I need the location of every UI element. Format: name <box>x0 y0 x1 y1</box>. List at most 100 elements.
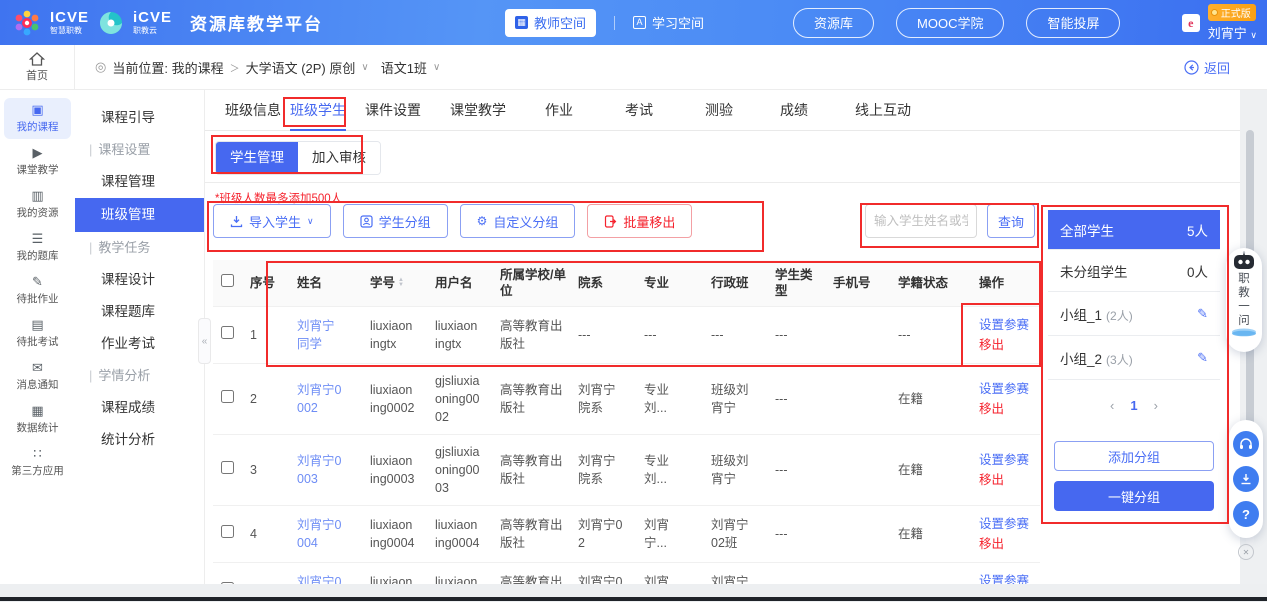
subnav-item-homework-exam[interactable]: 作业考试 <box>75 328 204 360</box>
cell-status: 在籍 <box>886 505 967 562</box>
tab-class-info[interactable]: 班级信息 <box>225 90 281 131</box>
learning-space-button[interactable]: A 学习空间 <box>633 13 704 32</box>
user-menu[interactable]: 刘宵宁 ∨ <box>1208 23 1257 42</box>
search-input[interactable] <box>865 204 977 238</box>
group-count: 0人 <box>1187 261 1208 281</box>
subnav-item-statistics-analysis[interactable]: 统计分析 <box>75 424 204 456</box>
close-float-button[interactable]: ✕ <box>1238 544 1254 560</box>
teacher-space-button[interactable]: ▦ 教师空间 <box>505 9 596 37</box>
tab-quiz[interactable]: 测验 <box>705 90 733 131</box>
student-group-button[interactable]: 学生分组 <box>343 204 448 238</box>
question-mark-icon: ? <box>1242 507 1250 522</box>
subtab-student-management[interactable]: 学生管理 <box>216 142 298 174</box>
remove-link[interactable]: 移出 <box>979 470 1032 490</box>
tab-class-students[interactable]: 班级学生 <box>290 90 346 131</box>
subtab-join-review[interactable]: 加入审核 <box>298 142 380 174</box>
row-checkbox[interactable] <box>221 390 234 403</box>
set-contest-link[interactable]: 设置参赛 <box>979 450 1032 470</box>
customer-service-button[interactable] <box>1233 431 1259 457</box>
sort-icon[interactable]: ▲▼ <box>398 278 404 288</box>
edit-group-icon[interactable]: ✎ <box>1197 350 1208 366</box>
medal-icon <box>1211 9 1218 16</box>
assistant-widget[interactable]: 职 教 一 问 <box>1226 248 1262 352</box>
breadcrumb-course-dropdown[interactable]: 大学语文 (2P) 原创 <box>246 58 356 77</box>
student-name-link[interactable]: 刘宵宁0005 <box>285 562 358 584</box>
batch-remove-button[interactable]: 批量移出 <box>587 204 692 238</box>
cell-school: 高等教育出版社 <box>488 505 566 562</box>
tab-exam[interactable]: 考试 <box>625 90 653 131</box>
row-checkbox[interactable] <box>221 461 234 474</box>
smart-cast-button[interactable]: 智能投屏 <box>1026 8 1120 38</box>
resources-icon: ▥ <box>31 189 43 203</box>
home-icon <box>29 52 45 66</box>
sidebar-item-my-courses[interactable]: ▣ 我的课程 <box>4 98 71 139</box>
help-button[interactable]: ? <box>1233 501 1259 527</box>
group-ungrouped-students[interactable]: 未分组学生 0人 <box>1048 250 1220 292</box>
next-page-icon[interactable]: › <box>1154 398 1158 413</box>
set-contest-link[interactable]: 设置参赛 <box>979 571 1032 585</box>
table-row: 1 刘宵宁同学 liuxiaoningtx liuxiaoningtx 高等教育… <box>213 306 1040 363</box>
remove-link[interactable]: 移出 <box>979 399 1032 419</box>
back-button[interactable]: 返回 <box>1184 45 1230 90</box>
resource-library-button[interactable]: 资源库 <box>793 8 874 38</box>
tab-classroom-teaching[interactable]: 课堂教学 <box>450 90 506 131</box>
sidebar-item-pending-exams[interactable]: ▤ 待批考试 <box>4 313 71 354</box>
group-item-1[interactable]: 小组_1(2人) ✎ <box>1048 292 1220 336</box>
group-all-students[interactable]: 全部学生 5人 <box>1048 210 1220 250</box>
set-contest-link[interactable]: 设置参赛 <box>979 514 1032 534</box>
breadcrumb-class-dropdown[interactable]: 语文1班 <box>381 58 427 77</box>
student-name-link[interactable]: 刘宵宁0004 <box>285 505 358 562</box>
sidebar-item-home[interactable]: 首页 <box>0 45 75 90</box>
sidebar-item-third-party-apps[interactable]: ∷ 第三方应用 <box>4 442 71 483</box>
tab-grades[interactable]: 成绩 <box>780 90 808 131</box>
import-students-button[interactable]: 导入学生 ∨ <box>213 204 331 238</box>
col-phone: 手机号 <box>821 260 886 306</box>
subnav-item-course-grades[interactable]: 课程成绩 <box>75 392 204 424</box>
sidebar-item-my-resources[interactable]: ▥ 我的资源 <box>4 184 71 225</box>
select-all-checkbox[interactable] <box>221 274 234 287</box>
subnav-item-class-management[interactable]: 班级管理 <box>75 198 204 232</box>
mooc-academy-button[interactable]: MOOC学院 <box>896 8 1004 38</box>
subnav-item-course-design[interactable]: 课程设计 <box>75 264 204 296</box>
sidebar-collapse-handle[interactable]: « <box>198 318 211 364</box>
sidebar-item-my-question-bank[interactable]: ☰ 我的题库 <box>4 227 71 268</box>
remove-link[interactable]: 移出 <box>979 534 1032 554</box>
tab-courseware-settings[interactable]: 课件设置 <box>365 90 421 131</box>
col-actions: 操作 <box>967 260 1040 306</box>
cell-username: liuxiaoning0005 <box>423 562 488 584</box>
subnav-item-course-management[interactable]: 课程管理 <box>75 166 204 198</box>
sidebar-item-classroom-teaching[interactable]: ▶ 课堂教学 <box>4 141 71 182</box>
subnav-item-course-guide[interactable]: 课程引导 <box>75 102 204 134</box>
edit-group-icon[interactable]: ✎ <box>1197 306 1208 322</box>
table-row: 4 刘宵宁0004 liuxiaoning0004 liuxiaoning000… <box>213 505 1040 562</box>
student-name-link[interactable]: 刘宵宁同学 <box>285 306 358 363</box>
download-button[interactable] <box>1233 466 1259 492</box>
chevron-down-icon: ∨ <box>433 62 440 73</box>
remove-link[interactable]: 移出 <box>979 335 1032 355</box>
tab-online-interaction[interactable]: 线上互动 <box>855 90 911 131</box>
student-name-link[interactable]: 刘宵宁0003 <box>285 434 358 505</box>
current-page[interactable]: 1 <box>1130 398 1137 413</box>
cell-major: 专业刘... <box>632 434 699 505</box>
sidebar-item-data-statistics[interactable]: ▦ 数据统计 <box>4 399 71 440</box>
back-label: 返回 <box>1204 58 1230 77</box>
cell-num: 5 <box>238 562 285 584</box>
tab-homework[interactable]: 作业 <box>545 90 573 131</box>
student-name-link[interactable]: 刘宵宁0002 <box>285 363 358 434</box>
cell-major: 刘宵宁... <box>632 505 699 562</box>
query-button[interactable]: 查询 <box>987 204 1035 238</box>
group-label: 小组_2 <box>1060 352 1102 367</box>
one-click-group-button[interactable]: 一键分组 <box>1054 481 1214 511</box>
group-item-2[interactable]: 小组_2(3人) ✎ <box>1048 336 1220 380</box>
floating-action-bar: ? <box>1229 420 1263 538</box>
set-contest-link[interactable]: 设置参赛 <box>979 379 1032 399</box>
subnav-item-course-question-bank[interactable]: 课程题库 <box>75 296 204 328</box>
row-checkbox[interactable] <box>221 326 234 339</box>
row-checkbox[interactable] <box>221 525 234 538</box>
add-group-button[interactable]: 添加分组 <box>1054 441 1214 471</box>
custom-group-button[interactable]: ⚙ 自定义分组 <box>460 204 576 238</box>
prev-page-icon[interactable]: ‹ <box>1110 398 1114 413</box>
sidebar-item-messages[interactable]: ✉ 消息通知 <box>4 356 71 397</box>
set-contest-link[interactable]: 设置参赛 <box>979 315 1032 335</box>
sidebar-item-pending-homework[interactable]: ✎ 待批作业 <box>4 270 71 311</box>
